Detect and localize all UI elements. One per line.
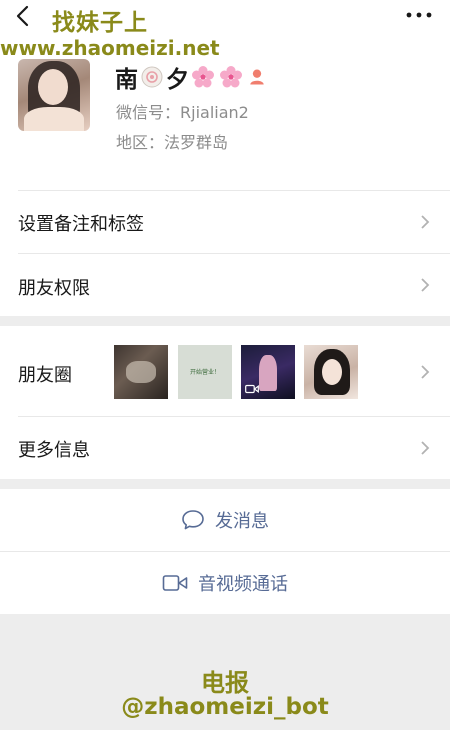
- back-arrow-icon[interactable]: [12, 4, 34, 28]
- friend-permissions-row[interactable]: 朋友权限: [0, 254, 450, 316]
- nickname-row: 南 夕: [115, 61, 269, 93]
- moments-thumbnail-2[interactable]: 开始营业！: [178, 345, 232, 399]
- gender-female-icon: [250, 69, 264, 85]
- avatar[interactable]: [18, 59, 90, 131]
- video-call-label: 音视频通话: [198, 574, 288, 595]
- send-message-button[interactable]: 发消息: [0, 489, 450, 551]
- nickname-part-1: 南: [115, 67, 138, 93]
- video-call-button[interactable]: 音视频通话: [0, 552, 450, 614]
- chevron-right-icon: [421, 441, 430, 455]
- more-info-row[interactable]: 更多信息: [0, 417, 450, 479]
- mochi-emoji-icon: [141, 66, 163, 88]
- moments-thumbnail-2-text: 开始营业！: [189, 369, 220, 376]
- cherry-blossom-emoji-icon-2: [220, 66, 242, 88]
- watermark-title: 找妹子上: [52, 10, 148, 36]
- video-camera-icon: [245, 384, 259, 394]
- moments-thumbnail-1[interactable]: [114, 345, 168, 399]
- remarks-tags-label: 设置备注和标签: [18, 214, 144, 235]
- moments-thumbnail-4[interactable]: [304, 345, 358, 399]
- chevron-right-icon: [421, 365, 430, 379]
- remarks-tags-row[interactable]: 设置备注和标签: [0, 191, 450, 253]
- watermark-telegram-handle: @zhaomeizi_bot: [121, 694, 329, 720]
- more-options-icon[interactable]: [406, 10, 432, 20]
- cherry-blossom-emoji-icon: [192, 66, 214, 88]
- wechat-id: 微信号：Rjialian2: [116, 103, 249, 122]
- moments-thumbnail-3[interactable]: [241, 345, 295, 399]
- chevron-right-icon: [421, 278, 430, 292]
- nickname-part-2: 夕: [166, 67, 189, 93]
- send-message-label: 发消息: [215, 511, 269, 532]
- more-info-label: 更多信息: [18, 440, 90, 461]
- video-camera-icon: [162, 575, 188, 591]
- moments-label: 朋友圈: [18, 365, 72, 386]
- region: 地区：法罗群岛: [116, 133, 229, 152]
- nickname: 南 夕: [115, 60, 269, 94]
- friend-permissions-label: 朋友权限: [18, 278, 90, 299]
- watermark-telegram-label: 电报: [201, 669, 249, 697]
- chevron-right-icon: [421, 215, 430, 229]
- chat-bubble-icon: [182, 510, 204, 530]
- watermark-url: www.zhaomeizi.net: [0, 36, 220, 60]
